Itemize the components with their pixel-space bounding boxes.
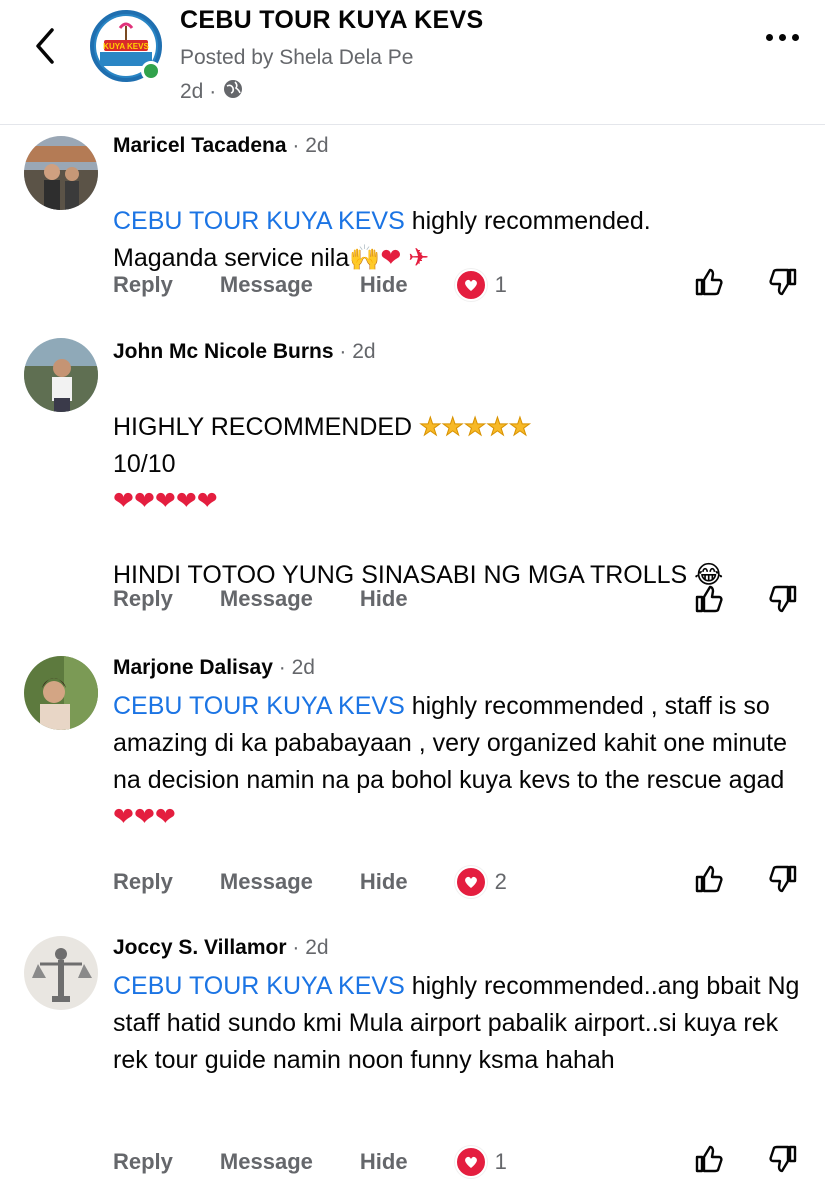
- hearts-emoji: ❤❤❤: [113, 803, 176, 831]
- vote-buttons: [693, 266, 799, 303]
- more-icon[interactable]: [766, 34, 799, 41]
- like-icon[interactable]: [693, 1143, 725, 1180]
- comment-text: HIGHLY RECOMMENDED ★★★★★ 10/10 ❤❤❤❤❤ HINDI …: [113, 413, 724, 590]
- hide-button[interactable]: Hide: [360, 586, 408, 612]
- commenter-name[interactable]: Marjone Dalisay: [113, 656, 273, 679]
- commenter-name[interactable]: Maricel Tacadena: [113, 134, 287, 157]
- heart-reaction-icon: [454, 269, 487, 301]
- comment-actions: Reply Message Hide 2: [113, 866, 507, 898]
- like-icon[interactable]: [693, 583, 725, 620]
- heart-reaction-icon: [454, 1146, 487, 1178]
- comment-header: Marjone Dalisay · 2d: [113, 656, 315, 680]
- reaction-count: 2: [494, 869, 507, 894]
- back-arrow-icon[interactable]: [30, 24, 60, 68]
- vote-buttons: [693, 583, 799, 620]
- comment-actions: Reply Message Hide 1: [113, 1146, 507, 1178]
- page-tag-link[interactable]: CEBU TOUR KUYA KEVS: [113, 207, 405, 235]
- comment-header: Joccy S. Villamor · 2d: [113, 936, 329, 960]
- avatar[interactable]: [24, 656, 98, 730]
- hide-button[interactable]: Hide: [360, 869, 408, 895]
- comment-time[interactable]: · 2d: [292, 134, 328, 157]
- comment-header: Maricel Tacadena · 2d: [113, 134, 329, 158]
- page-title[interactable]: CEBU TOUR KUYA KEVS: [180, 6, 483, 35]
- message-button[interactable]: Message: [220, 1149, 313, 1175]
- commenter-name[interactable]: John Mc Nicole Burns: [113, 340, 334, 363]
- commenter-name[interactable]: Joccy S. Villamor: [113, 936, 287, 959]
- message-button[interactable]: Message: [220, 869, 313, 895]
- reaction-summary[interactable]: 1: [454, 269, 507, 301]
- heart-reaction-icon: [454, 866, 487, 898]
- dislike-icon[interactable]: [767, 863, 799, 900]
- comment-2: John Mc Nicole Burns · 2d HIGHLY RECOMME…: [0, 330, 825, 630]
- reply-button[interactable]: Reply: [113, 1149, 173, 1175]
- post-meta: 2d ·: [180, 78, 244, 106]
- dislike-icon[interactable]: [767, 1143, 799, 1180]
- comment-text: CEBU TOUR KUYA KEVS highly recommended. M…: [113, 207, 651, 272]
- dislike-icon[interactable]: [767, 266, 799, 303]
- comment-3: Marjone Dalisay · 2d CEBU TOUR KUYA KEVS…: [0, 646, 825, 916]
- reply-button[interactable]: Reply: [113, 586, 173, 612]
- online-status-dot: [141, 61, 161, 81]
- comment-4: Joccy S. Villamor · 2d CEBU TOUR KUYA KE…: [0, 926, 825, 1200]
- post-header: KUYA KEVS CEBU TOUR KUYA KEVS Posted by …: [0, 0, 825, 125]
- post-age: 2d ·: [180, 80, 217, 103]
- globe-icon: [222, 78, 244, 106]
- message-button[interactable]: Message: [220, 272, 313, 298]
- reaction-count: 1: [494, 1149, 507, 1174]
- vote-buttons: [693, 863, 799, 900]
- reaction-count: 1: [494, 272, 507, 297]
- comment-1: Maricel Tacadena · 2d CEBU TOUR KUYA KEV…: [0, 124, 825, 310]
- like-icon[interactable]: [693, 266, 725, 303]
- message-button[interactable]: Message: [220, 586, 313, 612]
- hide-button[interactable]: Hide: [360, 272, 408, 298]
- comment-time[interactable]: · 2d: [339, 340, 375, 363]
- hearts-emoji: ❤❤❤❤❤: [113, 487, 218, 515]
- avatar[interactable]: [24, 338, 98, 412]
- comment-text: CEBU TOUR KUYA KEVS highly recommended ,…: [113, 692, 788, 831]
- comment-time[interactable]: · 2d: [292, 936, 328, 959]
- comment-header: John Mc Nicole Burns · 2d: [113, 340, 376, 364]
- reply-button[interactable]: Reply: [113, 869, 173, 895]
- comment-actions: Reply Message Hide 1: [113, 269, 507, 301]
- vote-buttons: [693, 1143, 799, 1180]
- reaction-summary[interactable]: 1: [454, 1146, 507, 1178]
- comment-time[interactable]: · 2d: [279, 656, 315, 679]
- page-tag-link[interactable]: CEBU TOUR KUYA KEVS: [113, 972, 405, 1000]
- reply-button[interactable]: Reply: [113, 272, 173, 298]
- like-icon[interactable]: [693, 863, 725, 900]
- dislike-icon[interactable]: [767, 583, 799, 620]
- stars-emoji: ★★★★★: [419, 413, 532, 442]
- emoji-text: ❤ ✈: [380, 244, 430, 272]
- comment-text: CEBU TOUR KUYA KEVS highly recommended..…: [113, 972, 800, 1074]
- posted-by-text: Posted by Shela Dela Pe: [180, 46, 414, 69]
- logo-text: KUYA KEVS: [103, 42, 149, 51]
- avatar[interactable]: [24, 136, 98, 210]
- avatar[interactable]: [24, 936, 98, 1010]
- reaction-summary[interactable]: 2: [454, 866, 507, 898]
- page-tag-link[interactable]: CEBU TOUR KUYA KEVS: [113, 692, 405, 720]
- hide-button[interactable]: Hide: [360, 1149, 408, 1175]
- comment-actions: Reply Message Hide: [113, 586, 455, 612]
